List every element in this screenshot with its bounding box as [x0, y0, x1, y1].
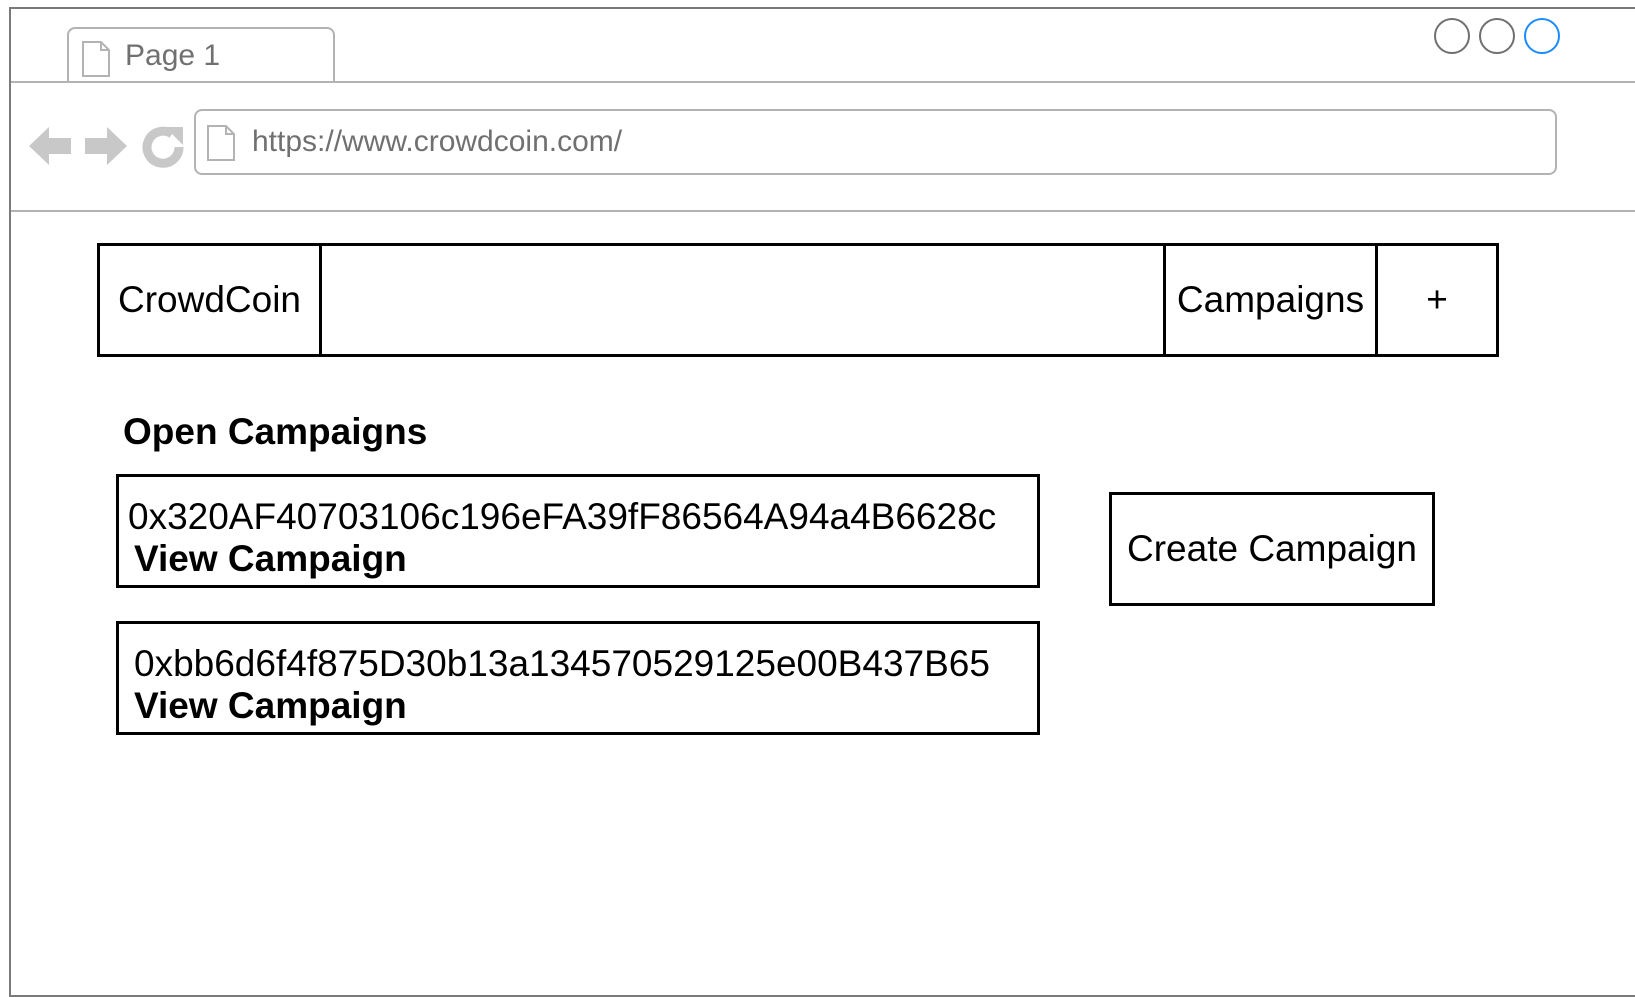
page-icon [82, 41, 110, 77]
maximize-button[interactable] [1479, 18, 1515, 54]
browser-tab[interactable]: Page 1 [67, 27, 335, 83]
forward-arrow-icon[interactable] [83, 125, 127, 167]
tab-label: Page 1 [125, 39, 221, 72]
tab-strip-divider [11, 81, 1635, 83]
header-spacer [322, 246, 1166, 354]
minimize-button[interactable] [1434, 18, 1470, 54]
campaign-card: 0x320AF40703106c196eFA39fF86564A94a4B662… [116, 474, 1040, 588]
view-campaign-link[interactable]: View Campaign [134, 686, 407, 726]
url-text[interactable]: https://www.crowdcoin.com/ [252, 124, 622, 160]
address-bar[interactable]: https://www.crowdcoin.com/ [194, 109, 1557, 175]
add-campaign-button[interactable]: + [1378, 246, 1496, 354]
campaign-card: 0xbb6d6f4f875D30b13a134570529125e00B437B… [116, 621, 1040, 735]
campaigns-link[interactable]: Campaigns [1166, 246, 1378, 354]
campaign-address: 0xbb6d6f4f875D30b13a134570529125e00B437B… [134, 643, 990, 684]
back-arrow-icon[interactable] [29, 125, 73, 167]
view-campaign-link[interactable]: View Campaign [134, 539, 407, 579]
toolbar-divider [11, 210, 1635, 212]
close-button[interactable] [1524, 18, 1560, 54]
create-campaign-button[interactable]: Create Campaign [1109, 492, 1435, 606]
campaign-address: 0x320AF40703106c196eFA39fF86564A94a4B662… [128, 496, 997, 537]
app-header: CrowdCoin Campaigns + [97, 243, 1499, 357]
reload-icon[interactable] [141, 125, 185, 169]
page-title: Open Campaigns [123, 411, 428, 452]
brand-logo[interactable]: CrowdCoin [100, 246, 322, 354]
page-icon [207, 125, 235, 161]
